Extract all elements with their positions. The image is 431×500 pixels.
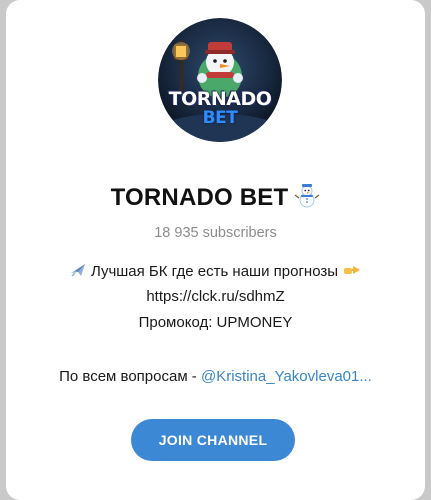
channel-title: TORNADO BET	[110, 184, 289, 211]
pointing-hand-icon	[342, 261, 362, 283]
description-text-1: Лучшая БК где есть наши прогнозы	[90, 263, 339, 280]
description-line-1: Лучшая БК где есть наши прогнозы	[6, 261, 425, 283]
description-link[interactable]: https://clck.ru/sdhmZ	[6, 288, 425, 305]
airplane-icon	[69, 261, 87, 283]
contact-mention-link[interactable]: @Kristina_Yakovleva01...	[201, 368, 372, 385]
channel-avatar: TORNADO BET	[158, 18, 282, 142]
join-channel-button[interactable]: JOIN CHANNEL	[131, 419, 295, 461]
description-promo-code: Промокод: UPMONEY	[138, 314, 293, 331]
snowman-icon	[294, 182, 320, 215]
channel-title-row: TORNADO BET	[6, 182, 425, 215]
contact-prefix: По всем вопросам -	[59, 368, 197, 385]
subscriber-count: 18 935 subscribers	[154, 225, 277, 241]
channel-card: TORNADO BET TORNADO BET 18 935 subscribe…	[6, 0, 425, 500]
avatar-logo-line1: TORNADO	[168, 88, 272, 110]
description-contact-line: По всем вопросам - @Kristina_Yakovleva01…	[6, 368, 425, 385]
avatar-logo-line2: BET	[202, 108, 238, 128]
